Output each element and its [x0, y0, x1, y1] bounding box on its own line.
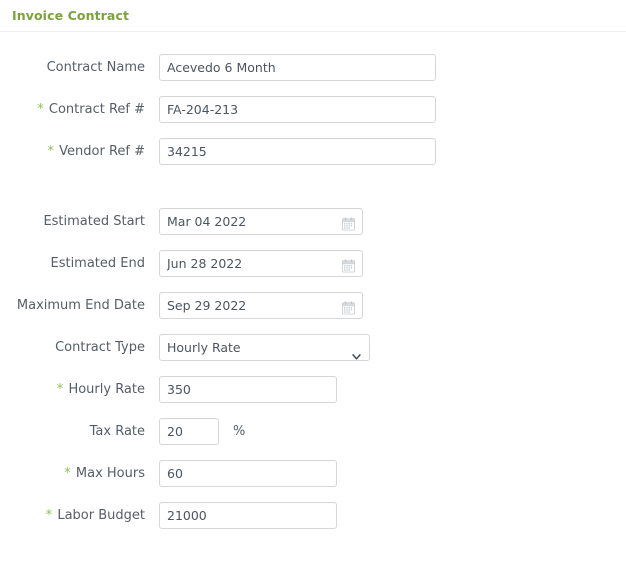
max-hours-input[interactable]: [159, 460, 337, 487]
label-labor-budget-text: Labor Budget: [57, 508, 145, 523]
control-estimated-start: [159, 208, 363, 235]
label-hourly-rate: * Hourly Rate: [0, 376, 145, 399]
page-title: Invoice Contract: [12, 8, 130, 23]
contract-type-select[interactable]: Hourly Rate: [159, 334, 370, 361]
label-estimated-end: Estimated End: [0, 250, 145, 273]
form-row-hourly-rate: * Hourly Rate: [0, 376, 626, 403]
label-maximum-end-date: Maximum End Date: [0, 292, 145, 315]
estimated-start-datefield: [159, 208, 363, 235]
label-estimated-start: Estimated Start: [0, 208, 145, 231]
required-marker-contract-ref: *: [37, 102, 44, 117]
label-contract-name: Contract Name: [0, 54, 145, 77]
control-hourly-rate: [159, 376, 337, 403]
contract-ref-input[interactable]: [159, 96, 436, 123]
required-marker-hourly-rate: *: [56, 382, 64, 397]
label-maximum-end-date-text: Maximum End Date: [16, 298, 145, 313]
control-max-hours: [159, 460, 337, 487]
label-estimated-end-text: Estimated End: [50, 256, 145, 271]
estimated-end-input[interactable]: [159, 250, 363, 277]
maximum-end-date-input[interactable]: [159, 292, 363, 319]
label-contract-type-text: Contract Type: [55, 340, 145, 355]
label-vendor-ref-text: Vendor Ref #: [59, 144, 145, 159]
control-contract-name: [159, 54, 436, 81]
form-row-contract-name: Contract Name: [0, 54, 626, 81]
control-tax-rate: %: [159, 418, 245, 445]
tax-rate-input[interactable]: [159, 418, 219, 445]
form-row-max-hours: * Max Hours: [0, 460, 626, 487]
estimated-start-input[interactable]: [159, 208, 363, 235]
label-contract-type: Contract Type: [0, 334, 145, 357]
calendar-icon[interactable]: [342, 257, 355, 272]
control-estimated-end: [159, 250, 363, 277]
form-row-estimated-end: Estimated End: [0, 250, 626, 277]
label-max-hours-text: Max Hours: [75, 466, 145, 481]
form-row-tax-rate: Tax Rate %: [0, 418, 626, 445]
label-estimated-start-text: Estimated Start: [43, 214, 145, 229]
estimated-end-datefield: [159, 250, 363, 277]
tax-rate-percent-suffix: %: [233, 424, 246, 439]
page-header: Invoice Contract: [0, 0, 626, 24]
form-row-contract-ref: * Contract Ref #: [0, 96, 626, 123]
required-marker-labor-budget: *: [45, 508, 53, 523]
maximum-end-date-datefield: [159, 292, 363, 319]
required-marker-max-hours: *: [64, 466, 71, 481]
control-maximum-end-date: [159, 292, 363, 319]
vendor-ref-input[interactable]: [159, 138, 436, 165]
form-row-estimated-start: Estimated Start: [0, 208, 626, 235]
label-contract-ref-text: Contract Ref #: [48, 102, 145, 117]
label-contract-name-text: Contract Name: [46, 60, 145, 75]
required-marker-vendor-ref: *: [47, 144, 55, 159]
label-hourly-rate-text: Hourly Rate: [68, 382, 145, 397]
label-tax-rate-text: Tax Rate: [89, 424, 145, 439]
form-row-vendor-ref: * Vendor Ref #: [0, 138, 626, 165]
label-tax-rate: Tax Rate: [0, 418, 145, 441]
label-contract-ref: * Contract Ref #: [0, 96, 145, 119]
form-row-labor-budget: * Labor Budget: [0, 502, 626, 529]
form-row-contract-type: Contract Type Hourly Rate: [0, 334, 626, 361]
invoice-contract-form: Contract Name * Contract Ref # * Vendor …: [0, 32, 626, 529]
calendar-icon[interactable]: [342, 215, 355, 230]
control-contract-type: Hourly Rate: [159, 334, 370, 361]
contract-name-input[interactable]: [159, 54, 436, 81]
control-vendor-ref: [159, 138, 436, 165]
control-contract-ref: [159, 96, 436, 123]
label-vendor-ref: * Vendor Ref #: [0, 138, 146, 161]
contract-type-selectwrap: Hourly Rate: [159, 334, 370, 361]
form-row-maximum-end-date: Maximum End Date: [0, 292, 626, 319]
label-labor-budget: * Labor Budget: [0, 502, 145, 525]
label-max-hours: * Max Hours: [0, 460, 145, 483]
hourly-rate-input[interactable]: [159, 376, 337, 403]
control-labor-budget: [159, 502, 337, 529]
calendar-icon[interactable]: [342, 299, 355, 314]
labor-budget-input[interactable]: [159, 502, 337, 529]
